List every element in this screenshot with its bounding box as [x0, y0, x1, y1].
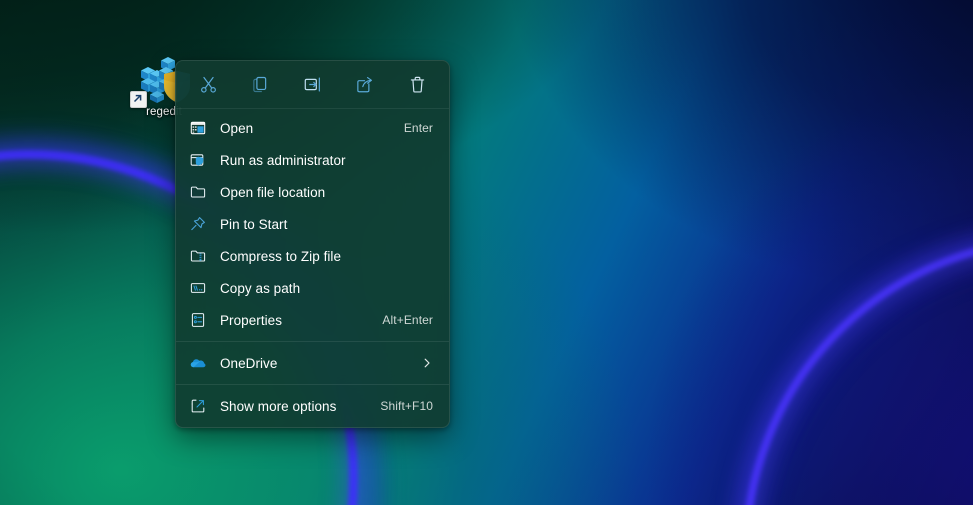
context-menu-toolbar — [176, 61, 449, 109]
desktop-background: regedit Open Enter Run as administrator … — [0, 0, 973, 505]
menu-item-label: Open — [220, 120, 254, 136]
menu-item-label: Open file location — [220, 184, 326, 200]
delete-button[interactable] — [399, 69, 435, 101]
cut-button[interactable] — [190, 69, 226, 101]
zip-folder-icon — [190, 248, 206, 264]
menu-item-label: Show more options — [220, 398, 337, 414]
chevron-right-icon — [421, 357, 433, 369]
menu-item-label: OneDrive — [220, 355, 278, 371]
menu-item-accelerator: Shift+F10 — [380, 399, 433, 413]
menu-item-pin-to-start[interactable]: Pin to Start — [180, 208, 445, 240]
menu-item-open-file-location[interactable]: Open file location — [180, 176, 445, 208]
expand-icon — [190, 398, 206, 414]
properties-icon — [190, 312, 206, 328]
rename-button[interactable] — [295, 69, 331, 101]
menu-item-label: Run as administrator — [220, 152, 346, 168]
menu-item-copy-as-path[interactable]: Copy as path — [180, 272, 445, 304]
menu-item-label: Compress to Zip file — [220, 248, 342, 264]
menu-item-accelerator: Enter — [403, 121, 433, 135]
menu-item-compress-to-zip-file[interactable]: Compress to Zip file — [180, 240, 445, 272]
copy-path-icon — [190, 280, 206, 296]
menu-item-onedrive[interactable]: OneDrive — [180, 347, 445, 379]
menu-item-accelerator: Alt+Enter — [382, 313, 433, 327]
pin-icon — [190, 216, 206, 232]
menu-item-label: Copy as path — [220, 280, 301, 296]
shortcut-arrow-badge — [130, 91, 147, 108]
menu-separator — [176, 384, 449, 385]
copy-button[interactable] — [242, 69, 278, 101]
menu-item-label: Properties — [220, 312, 283, 328]
share-button[interactable] — [347, 69, 383, 101]
shield-window-icon — [190, 152, 206, 168]
onedrive-cloud-icon — [190, 355, 206, 371]
context-menu-group-legacy: Show more options Shift+F10 — [176, 387, 449, 425]
menu-separator — [176, 341, 449, 342]
context-menu: Open Enter Run as administrator Open fil… — [175, 60, 450, 428]
context-menu-group-primary: Open Enter Run as administrator Open fil… — [176, 109, 449, 339]
menu-item-show-more-options[interactable]: Show more options Shift+F10 — [180, 390, 445, 422]
menu-item-run-as-administrator[interactable]: Run as administrator — [180, 144, 445, 176]
menu-item-open[interactable]: Open Enter — [180, 112, 445, 144]
context-menu-group-cloud: OneDrive — [176, 344, 449, 382]
folder-icon — [190, 184, 206, 200]
menu-item-properties[interactable]: Properties Alt+Enter — [180, 304, 445, 336]
menu-item-label: Pin to Start — [220, 216, 288, 232]
open-window-icon — [190, 120, 206, 136]
